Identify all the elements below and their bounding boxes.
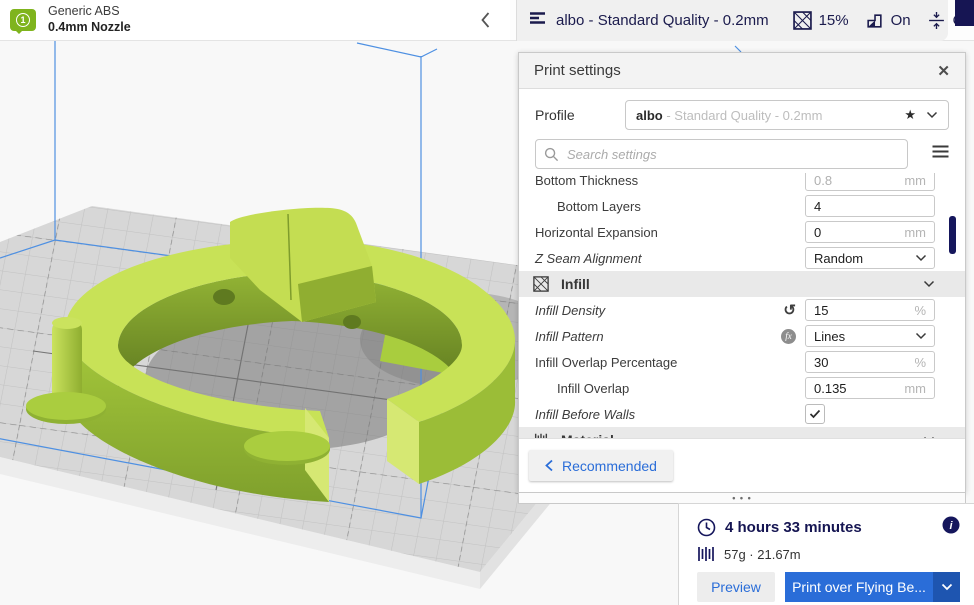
profile-dropdown[interactable]: albo - Standard Quality - 0.2mm ★ (625, 100, 949, 130)
section-label: Material (561, 432, 923, 438)
setting-dropdown[interactable]: Lines (805, 325, 935, 347)
setting-label: Infill Density (519, 303, 777, 318)
settings-list[interactable]: Bottom Thickness0.8mmBottom Layers4Horiz… (519, 173, 965, 438)
chevron-down-icon (926, 111, 938, 119)
material-name: Generic ABS (48, 4, 131, 20)
setting-row-bottom-layers: Bottom Layers 4 (519, 193, 965, 219)
setting-row-infill-density: Infill Density ↺ 15% (519, 297, 965, 323)
setting-row-infill-overlap-percentage: Infill Overlap Percentage 30% (519, 349, 965, 375)
section-header-infill[interactable]: Infill (519, 271, 965, 297)
setting-label: Infill Overlap (519, 381, 777, 396)
top-bar: 1 Generic ABS 0.4mm Nozzle albo - Standa… (0, 0, 974, 41)
support-icon (865, 11, 884, 30)
setting-checkbox[interactable] (805, 404, 825, 424)
setting-value-field[interactable]: 0.135mm (805, 377, 935, 399)
nozzle-size: 0.4mm Nozzle (48, 20, 131, 36)
extruder-number: 1 (16, 13, 30, 27)
section-label: Infill (561, 276, 923, 292)
chevron-down-icon (915, 254, 927, 262)
settings-menu-icon[interactable] (932, 145, 949, 163)
panel-header: Print settings ✕ (519, 53, 965, 89)
active-profile-summary: albo - Standard Quality - 0.2mm (556, 12, 769, 29)
chevron-down-icon (915, 332, 927, 340)
setting-row-z-seam-alignment: Z Seam Alignment Random (519, 245, 965, 271)
search-icon (544, 147, 559, 162)
recommended-button[interactable]: Recommended (529, 450, 673, 481)
material-icon (533, 432, 549, 438)
setting-row-infill-overlap: Infill Overlap 0.135mm (519, 375, 965, 401)
setting-value-field[interactable]: 0.8mm (805, 173, 935, 191)
filament-usage-icon (697, 546, 715, 562)
infill-icon (793, 11, 812, 30)
setting-value-field[interactable]: 30% (805, 351, 935, 373)
panel-title: Print settings (534, 62, 621, 79)
close-icon[interactable]: ✕ (937, 62, 950, 80)
function-icon[interactable]: fx (781, 329, 796, 344)
setting-row-infill-pattern: Infill Pattern fx Lines (519, 323, 965, 349)
setting-label: Z Seam Alignment (519, 251, 777, 266)
setting-label: Infill Before Walls (519, 407, 777, 422)
collapse-chevron-icon[interactable] (480, 11, 491, 34)
scrollbar-thumb[interactable] (949, 216, 956, 254)
chevron-down-icon (923, 436, 935, 438)
print-time-estimate: 4 hours 33 minutes (725, 519, 862, 536)
material-usage-estimate: 57g · 21.67m (724, 547, 801, 562)
material-selector[interactable]: 1 Generic ABS 0.4mm Nozzle (0, 0, 510, 40)
print-options-chevron[interactable] (933, 572, 960, 602)
adhesion-icon (927, 11, 946, 30)
print-settings-summary-bar[interactable]: albo - Standard Quality - 0.2mm 15% On O… (516, 0, 948, 41)
setting-label: Infill Overlap Percentage (519, 355, 777, 370)
search-input[interactable] (565, 146, 899, 163)
print-button[interactable]: Print over Flying Be... (785, 572, 933, 602)
setting-label: Horizontal Expansion (519, 225, 777, 240)
profile-name: albo (636, 108, 663, 123)
profile-suffix: - Standard Quality - 0.2mm (663, 108, 823, 123)
setting-value-field[interactable]: 0mm (805, 221, 935, 243)
setting-dropdown[interactable]: Random (805, 247, 935, 269)
clock-icon (697, 518, 716, 537)
chevron-left-icon (545, 459, 553, 472)
setting-row-bottom-thickness: Bottom Thickness 0.8mm (519, 173, 965, 193)
setting-label: Bottom Layers (519, 199, 777, 214)
setting-label: Bottom Thickness (519, 173, 777, 188)
infill-percentage: 15% (819, 12, 849, 29)
extruder-pin-icon: 1 (10, 9, 36, 31)
preview-button[interactable]: Preview (697, 572, 775, 602)
section-header-material[interactable]: Material (519, 427, 965, 438)
infill-icon (533, 276, 549, 292)
profile-label: Profile (535, 107, 625, 123)
favorite-star-icon[interactable]: ★ (904, 107, 916, 123)
info-icon[interactable]: i (942, 516, 960, 539)
reset-value-icon[interactable]: ↺ (783, 303, 796, 318)
search-settings-box[interactable] (535, 139, 908, 169)
setting-row-horizontal-expansion: Horizontal Expansion 0mm (519, 219, 965, 245)
setting-value-field[interactable]: 15% (805, 299, 935, 321)
chevron-down-icon (923, 280, 935, 288)
checkmark-icon (809, 409, 821, 419)
profile-lines-icon (529, 11, 546, 30)
print-settings-panel: Print settings ✕ Profile albo - Standard… (518, 52, 966, 493)
setting-row-infill-before-walls: Infill Before Walls (519, 401, 965, 427)
support-status: On (891, 12, 911, 29)
setting-label: Infill Pattern (519, 329, 777, 344)
recommended-label: Recommended (562, 458, 657, 474)
marketplace-button-edge[interactable] (955, 0, 974, 26)
print-job-panel: 4 hours 33 minutes i 57g · 21.67m Previe… (678, 503, 974, 605)
setting-value-field[interactable]: 4 (805, 195, 935, 217)
